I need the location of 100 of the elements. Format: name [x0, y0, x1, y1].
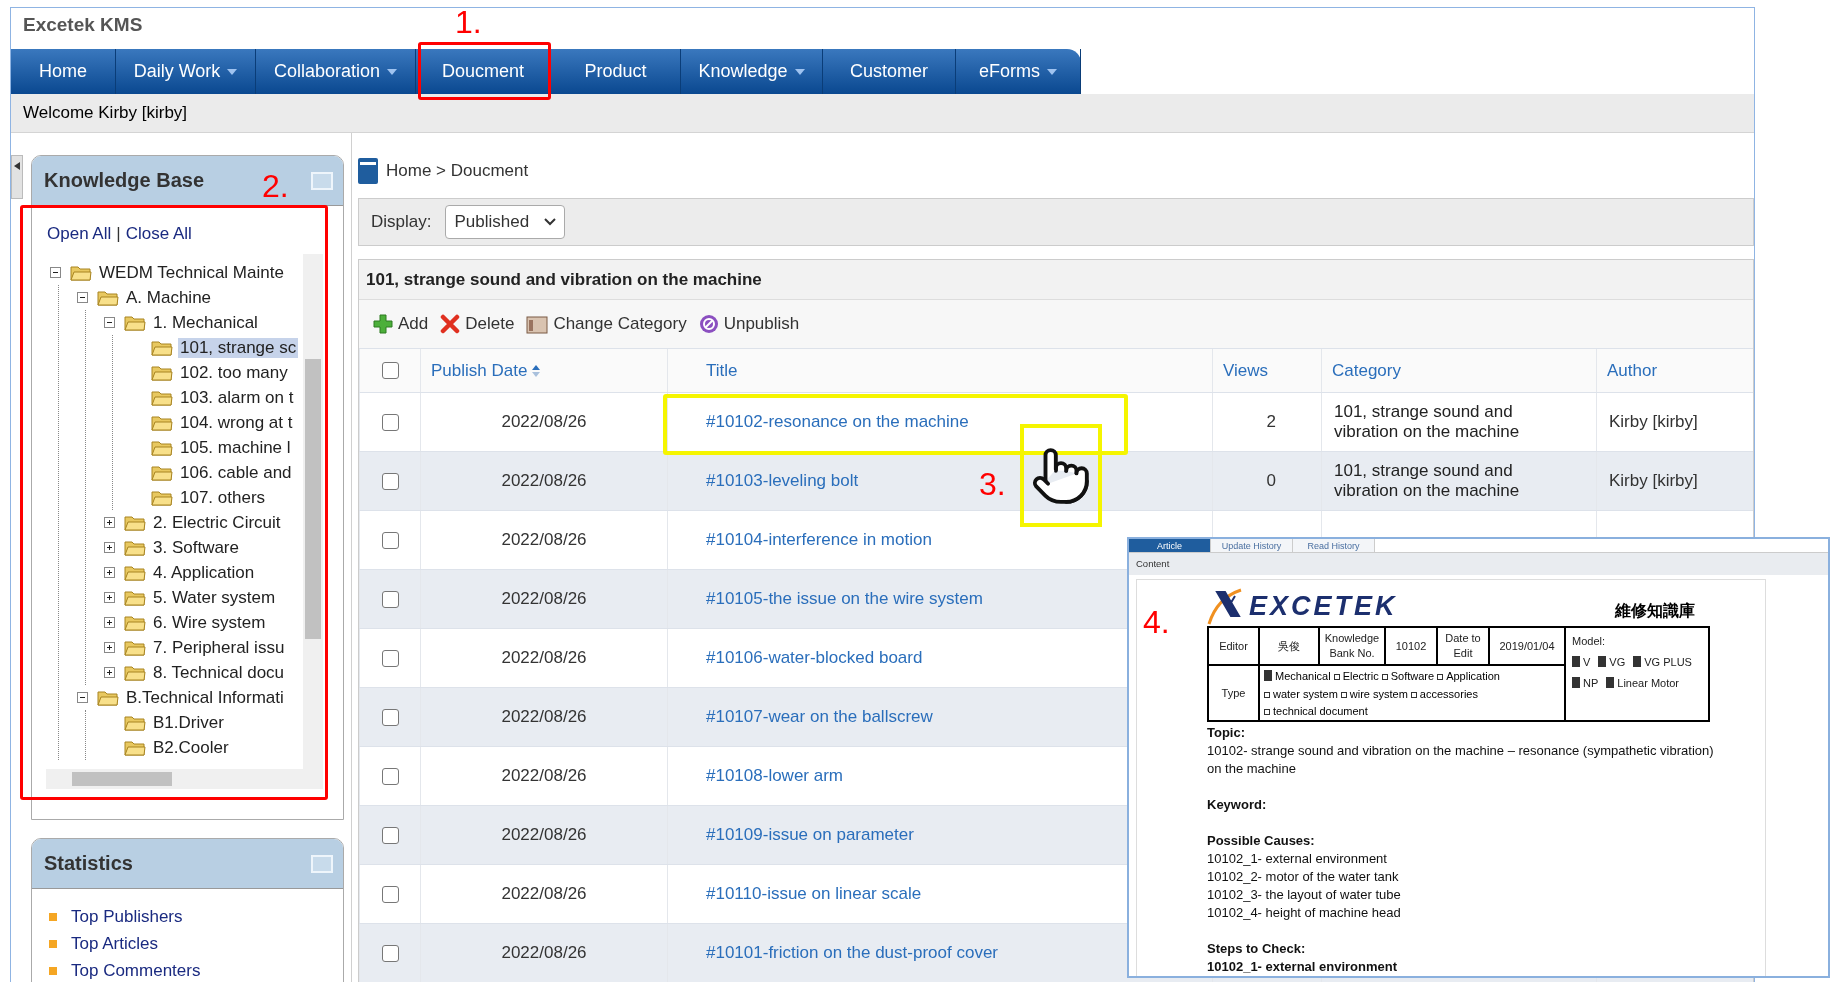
- column-header[interactable]: Author: [1607, 360, 1658, 381]
- column-header[interactable]: Views: [1223, 360, 1269, 381]
- toolbar-button[interactable]: Unpublish: [698, 314, 800, 334]
- article-link[interactable]: #10109-issue on parameter: [706, 825, 914, 845]
- folder-icon: [124, 739, 146, 756]
- row-checkbox[interactable]: [381, 944, 399, 962]
- article-link[interactable]: #10106-water-blocked board: [706, 648, 923, 668]
- expand-icon[interactable]: [104, 642, 115, 653]
- article-link[interactable]: #10107-wear on the ballscrew: [706, 707, 933, 727]
- article-link[interactable]: #10104-interference in motion: [706, 530, 932, 550]
- annotation-number: 4.: [1143, 606, 1170, 638]
- open-all-link[interactable]: Open All: [47, 224, 112, 254]
- section-text: 10102_1- external environment: [1207, 850, 1388, 868]
- tree-item[interactable]: WEDM Technical Mainte: [97, 262, 286, 283]
- date-cell: 2022/08/26: [501, 471, 587, 491]
- tree-item[interactable]: 102. too many: [178, 362, 290, 383]
- column-header[interactable]: Title: [706, 360, 738, 381]
- tree-item[interactable]: 7. Peripheral issu: [151, 637, 287, 658]
- row-checkbox[interactable]: [381, 413, 399, 431]
- toolbar-button[interactable]: Delete: [440, 314, 515, 334]
- folder-icon: [151, 489, 173, 506]
- expand-icon[interactable]: [104, 517, 115, 528]
- tree-item[interactable]: 5. Water system: [151, 587, 278, 608]
- close-all-link[interactable]: Close All: [125, 224, 192, 254]
- statistics-link[interactable]: Top Commenters: [71, 960, 201, 981]
- preview-tab[interactable]: Article: [1129, 539, 1211, 552]
- collapse-icon[interactable]: [77, 292, 88, 303]
- expand-icon[interactable]: [104, 567, 115, 578]
- expand-icon[interactable]: [104, 667, 115, 678]
- article-link[interactable]: #10108-lower arm: [706, 766, 843, 786]
- article-link[interactable]: #10103-leveling bolt: [706, 471, 859, 491]
- row-checkbox[interactable]: [381, 767, 399, 785]
- row-checkbox[interactable]: [381, 708, 399, 726]
- prohibited-icon: [698, 314, 719, 334]
- annotation-number: 1.: [455, 6, 482, 38]
- column-header[interactable]: Category: [1332, 360, 1401, 381]
- article-link[interactable]: #10101-friction on the dust-proof cover: [706, 943, 998, 963]
- folder-icon: [151, 364, 173, 381]
- tree-item[interactable]: 106. cable and: [178, 462, 294, 483]
- author-cell: Kirby [kirby]: [1609, 471, 1698, 491]
- row-checkbox[interactable]: [381, 649, 399, 667]
- section-heading: Keyword:: [1207, 796, 1268, 814]
- tree-item[interactable]: 4. Application: [151, 562, 257, 583]
- collapse-icon[interactable]: [77, 692, 88, 703]
- panel-title: Statistics: [44, 852, 133, 875]
- tree-item[interactable]: 6. Wire system: [151, 612, 268, 633]
- row-checkbox[interactable]: [381, 531, 399, 549]
- type-option: wire system: [1340, 687, 1408, 700]
- section-text: 10102_2- motor of the water tank: [1207, 868, 1400, 886]
- collapse-icon[interactable]: [104, 317, 115, 328]
- tree-item[interactable]: 107. others: [178, 487, 268, 508]
- folder-icon: [151, 464, 173, 481]
- date-cell: 2022/08/26: [501, 648, 587, 668]
- collapse-tab[interactable]: [11, 155, 23, 199]
- tree-item[interactable]: 101, strange sc: [178, 337, 299, 358]
- breadcrumb: Home > Doucment: [386, 160, 529, 181]
- preview-tab[interactable]: Update History: [1211, 539, 1293, 552]
- tree-item[interactable]: 1. Mechanical: [151, 312, 260, 333]
- tree-item[interactable]: B2.Cooler: [151, 737, 231, 758]
- row-checkbox[interactable]: [381, 472, 399, 490]
- article-link[interactable]: #10110-issue on linear scale: [706, 884, 922, 904]
- tree-item[interactable]: B1.Driver: [151, 712, 226, 733]
- row-checkbox[interactable]: [381, 885, 399, 903]
- folder-icon: [124, 564, 146, 581]
- separator: |: [116, 224, 121, 245]
- row-checkbox[interactable]: [381, 826, 399, 844]
- statistics-link[interactable]: Top Publishers: [71, 906, 183, 927]
- tree-item[interactable]: 8. Technical docu: [151, 662, 287, 683]
- category-title: 101, strange sound and vibration on the machine: [359, 260, 1753, 300]
- expand-icon[interactable]: [104, 617, 115, 628]
- folder-icon: [124, 639, 146, 656]
- tree-item[interactable]: B.Technical Informati: [124, 687, 286, 708]
- tree-item[interactable]: 103. alarm on t: [178, 387, 296, 408]
- article-link[interactable]: #10105-the issue on the wire system: [706, 589, 983, 609]
- toolbar-button[interactable]: Change Category: [526, 314, 687, 334]
- tree-item[interactable]: 104. wrong at t: [178, 412, 295, 433]
- expand-icon[interactable]: [104, 592, 115, 603]
- article-link[interactable]: #10102-resonance on the machine: [706, 412, 969, 432]
- vertical-scrollbar[interactable]: [303, 254, 323, 769]
- editor-label: Editor: [1219, 638, 1248, 654]
- toolbar-button[interactable]: Add: [373, 314, 429, 334]
- folder-icon: [124, 614, 146, 631]
- collapse-icon[interactable]: [50, 267, 61, 278]
- bullet-icon: [49, 912, 57, 921]
- tree-item[interactable]: 3. Software: [151, 537, 241, 558]
- tree-item[interactable]: 105. machine l: [178, 437, 293, 458]
- tree-item[interactable]: A. Machine: [124, 287, 214, 308]
- document-heading: 維修知識庫: [1615, 601, 1695, 622]
- expand-icon[interactable]: [104, 542, 115, 553]
- preview-tab[interactable]: Read History: [1293, 539, 1375, 552]
- horizontal-scrollbar[interactable]: [46, 769, 323, 789]
- row-checkbox[interactable]: [381, 590, 399, 608]
- tree-item[interactable]: 2. Electric Circuit: [151, 512, 283, 533]
- display-select[interactable]: Published: [445, 204, 566, 239]
- select-all-checkbox[interactable]: [381, 362, 399, 379]
- statistics-link[interactable]: Top Articles: [71, 933, 158, 954]
- column-header[interactable]: Publish Date: [431, 360, 541, 381]
- section-text: 10102_4- height of machine head: [1207, 904, 1402, 922]
- bullet-icon: [49, 939, 57, 948]
- type-option: technical document: [1264, 705, 1368, 718]
